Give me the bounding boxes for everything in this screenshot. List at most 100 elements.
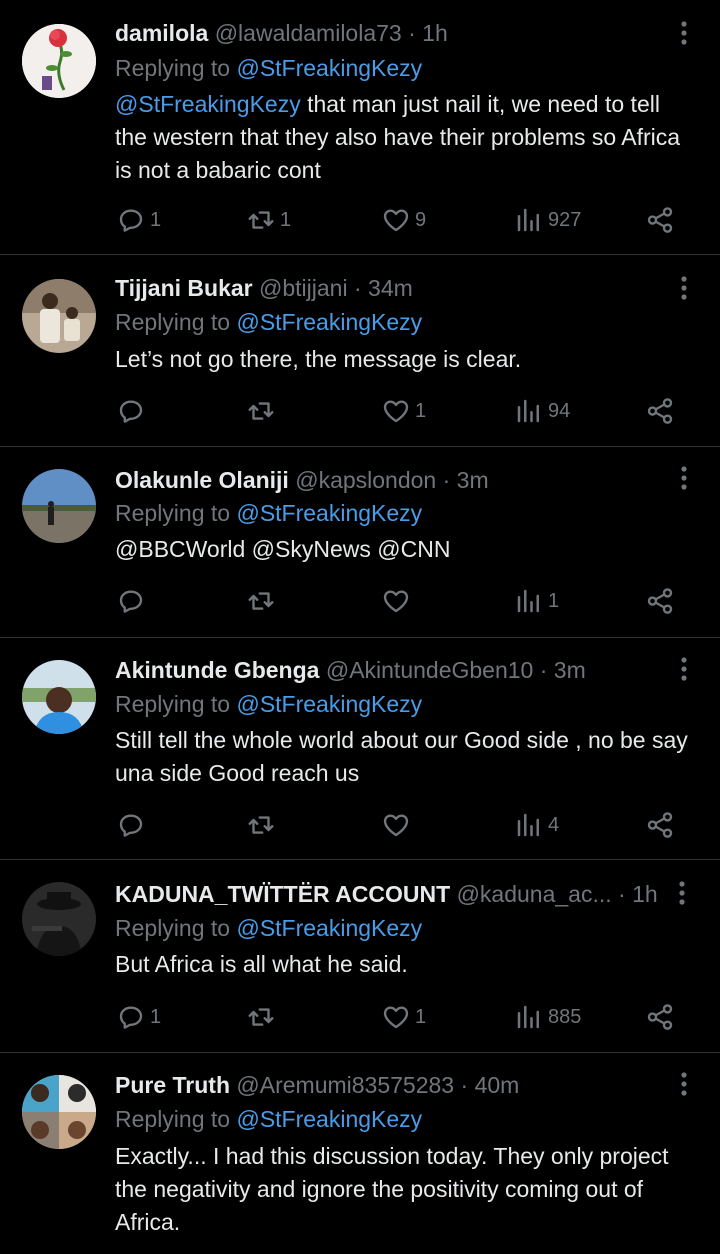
views-count: 927 (548, 208, 582, 231)
tweet-text: But Africa is all what he said. (115, 951, 408, 977)
action-bar: 1 94 (0, 394, 720, 428)
retweet-icon (248, 592, 274, 610)
heart-icon (383, 814, 409, 837)
tweet-item[interactable]: Akintunde Gbenga @AkintundeGben10 · 3m R… (0, 638, 720, 860)
reply-icon (119, 1006, 143, 1029)
retweet-button[interactable] (246, 584, 280, 618)
avatar-image (22, 279, 96, 353)
avatar-image (22, 469, 96, 543)
share-icon (647, 1004, 673, 1030)
replying-to-link[interactable]: @StFreakingKezy (236, 500, 422, 526)
tweet-item[interactable]: damilola @lawaldamilola73 · 1h Replying … (0, 0, 720, 255)
more-icon[interactable] (674, 1069, 694, 1099)
action-bar: 1 1 9 927 (0, 203, 720, 237)
author-handle[interactable]: @kaduna_ac... (457, 881, 612, 907)
like-button[interactable] (381, 584, 415, 618)
author-handle[interactable]: @kapslondon (295, 467, 436, 493)
timestamp[interactable]: 34m (368, 275, 413, 301)
like-button[interactable] (381, 808, 415, 842)
action-bar: 1 1 885 (0, 1000, 720, 1034)
author-name[interactable]: Olakunle Olaniji (115, 467, 289, 493)
timestamp[interactable]: 1h (422, 20, 448, 46)
reply-count: 1 (150, 1005, 162, 1028)
replying-to-link[interactable]: @StFreakingKezy (236, 55, 422, 81)
timestamp[interactable]: 3m (457, 467, 489, 493)
avatar[interactable] (22, 24, 96, 98)
more-icon[interactable] (674, 273, 694, 303)
reply-button[interactable] (116, 808, 150, 842)
reply-button[interactable] (116, 584, 150, 618)
tweet-item[interactable]: Pure Truth @Aremumi83575283 · 40m Replyi… (0, 1053, 720, 1254)
share-button[interactable] (645, 584, 675, 618)
replying-to: Replying to @StFreakingKezy (115, 912, 422, 944)
reply-button[interactable]: 1 (116, 203, 161, 237)
replying-to: Replying to @StFreakingKezy (115, 497, 422, 529)
reply-button[interactable]: 1 (116, 1000, 161, 1034)
author-handle[interactable]: @AkintundeGben10 (326, 657, 534, 683)
share-button[interactable] (645, 808, 675, 842)
avatar[interactable] (22, 882, 96, 956)
avatar[interactable] (22, 279, 96, 353)
reply-icon (119, 209, 143, 232)
separator: · (539, 657, 548, 683)
tweet-item[interactable]: KADUNA_TWÏTTËR ACCOUNT @kaduna_ac... · 1… (0, 860, 720, 1053)
author-name[interactable]: damilola (115, 20, 208, 46)
more-icon[interactable] (672, 878, 692, 908)
share-button[interactable] (645, 394, 675, 428)
like-button[interactable]: 1 (381, 1000, 426, 1034)
like-button[interactable]: 9 (381, 203, 426, 237)
author-handle[interactable]: @btijjani (259, 275, 348, 301)
tweet-item[interactable]: Olakunle Olaniji @kapslondon · 3m Replyi… (0, 447, 720, 638)
replying-to-link[interactable]: @StFreakingKezy (236, 915, 422, 941)
tweet-item[interactable]: Tijjani Bukar @btijjani · 34m Replying t… (0, 255, 720, 447)
views-button[interactable]: 94 (514, 394, 570, 428)
views-button[interactable]: 4 (514, 808, 559, 842)
more-icon[interactable] (674, 463, 694, 493)
views-count: 94 (548, 399, 571, 422)
tweet-text[interactable]: @BBCWorld @SkyNews @CNN (115, 533, 698, 566)
share-button[interactable] (645, 1000, 675, 1034)
replying-to: Replying to @StFreakingKezy (115, 1103, 422, 1135)
avatar[interactable] (22, 660, 96, 734)
heart-icon (383, 590, 409, 613)
replying-to: Replying to @StFreakingKezy (115, 688, 422, 720)
replying-to-label: Replying to (115, 500, 231, 526)
replying-to-link[interactable]: @StFreakingKezy (236, 1106, 422, 1132)
tweet-text: @StFreakingKezy that man just nail it, w… (115, 88, 698, 187)
views-button[interactable]: 885 (514, 1000, 581, 1034)
author-name[interactable]: Pure Truth (115, 1072, 230, 1098)
author-name[interactable]: Akintunde Gbenga (115, 657, 319, 683)
share-icon (647, 398, 673, 424)
separator: · (618, 881, 626, 907)
avatar[interactable] (22, 469, 96, 543)
action-bar: 1 (0, 584, 720, 618)
like-button[interactable]: 1 (381, 394, 426, 428)
tweet-header: Pure Truth @Aremumi83575283 · 40m (115, 1069, 660, 1101)
retweet-button[interactable] (246, 394, 280, 428)
views-icon (517, 208, 539, 232)
timestamp[interactable]: 1h (632, 881, 658, 907)
timestamp[interactable]: 3m (554, 657, 586, 683)
timestamp[interactable]: 40m (475, 1072, 520, 1098)
views-button[interactable]: 927 (514, 203, 581, 237)
author-handle[interactable]: @Aremumi83575283 (236, 1072, 454, 1098)
replying-to-link[interactable]: @StFreakingKezy (236, 691, 422, 717)
reply-button[interactable] (116, 394, 150, 428)
share-button[interactable] (645, 203, 675, 237)
views-button[interactable]: 1 (514, 584, 559, 618)
views-icon (517, 589, 539, 613)
author-handle[interactable]: @lawaldamilola73 (215, 20, 402, 46)
tweet-header: damilola @lawaldamilola73 · 1h (115, 17, 660, 49)
share-icon (647, 812, 673, 838)
avatar[interactable] (22, 1075, 96, 1149)
more-icon[interactable] (674, 654, 694, 684)
replying-to-link[interactable]: @StFreakingKezy (236, 309, 422, 335)
mention-link[interactable]: @StFreakingKezy (115, 91, 301, 117)
retweet-button[interactable] (246, 1000, 280, 1034)
author-name[interactable]: KADUNA_TWÏTTËR ACCOUNT (115, 881, 450, 907)
retweet-button[interactable]: 1 (246, 203, 291, 237)
author-name[interactable]: Tijjani Bukar (115, 275, 253, 301)
action-bar: 4 (0, 808, 720, 842)
more-icon[interactable] (674, 18, 694, 48)
retweet-button[interactable] (246, 808, 280, 842)
